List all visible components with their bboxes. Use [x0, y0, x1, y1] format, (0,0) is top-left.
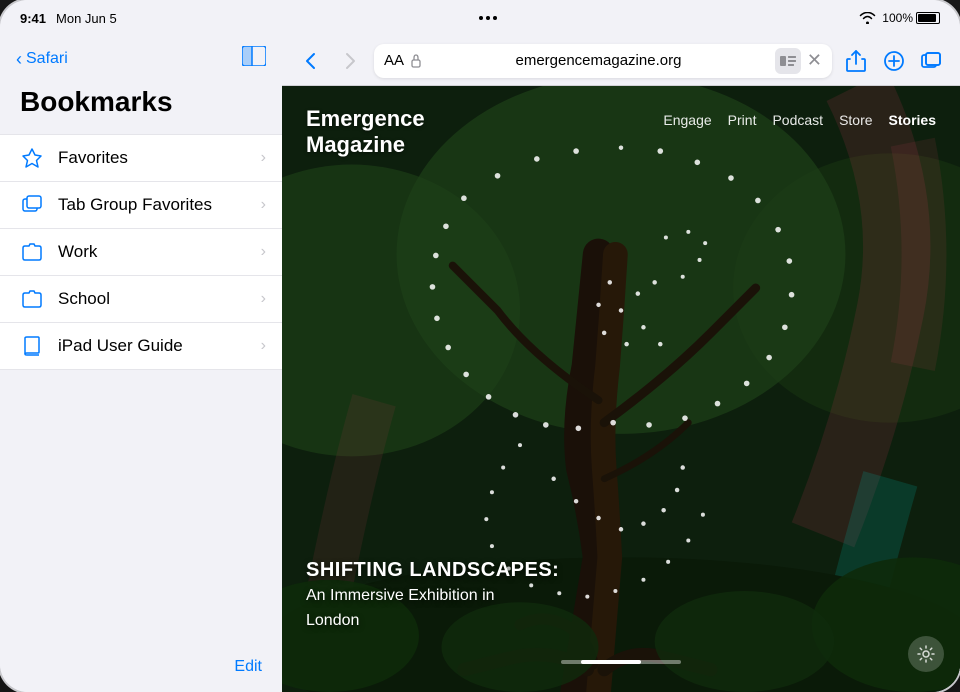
wifi-icon	[859, 12, 876, 24]
sidebar-nav: ‹ Safari	[0, 36, 282, 82]
bookmarks-title: Bookmarks	[0, 82, 282, 134]
scroll-thumb	[581, 660, 641, 664]
work-label: Work	[58, 242, 261, 262]
sidebar-toggle-icon	[242, 46, 266, 66]
bookmark-item-ipad-guide[interactable]: iPad User Guide ›	[0, 323, 282, 370]
forward-button[interactable]	[334, 45, 366, 77]
main-area: ‹ Safari Bookmarks	[0, 36, 960, 692]
nav-podcast[interactable]: Podcast	[772, 112, 823, 128]
nav-store[interactable]: Store	[839, 112, 872, 128]
favorites-label: Favorites	[58, 148, 261, 168]
magazine-header: Emergence Magazine Engage Print Podcast …	[282, 86, 960, 159]
nav-stories[interactable]: Stories	[889, 112, 936, 128]
back-to-safari[interactable]: ‹ Safari	[16, 49, 68, 70]
favorites-icon	[20, 146, 44, 170]
tab-group-chevron-icon: ›	[261, 196, 266, 214]
reader-view-button[interactable]	[775, 48, 801, 74]
school-chevron-icon: ›	[261, 290, 266, 308]
status-bar: 9:41 Mon Jun 5 100%	[0, 0, 960, 36]
browser-panel: AA emergencemagazine.org	[282, 36, 960, 692]
scroll-indicator	[561, 660, 681, 664]
magazine-nav: Engage Print Podcast Store Stories	[663, 112, 936, 128]
edit-button[interactable]: Edit	[234, 658, 262, 676]
stop-loading-button[interactable]: ✕	[807, 50, 822, 71]
magazine-title: Emergence Magazine	[306, 106, 425, 159]
book-icon	[20, 334, 44, 358]
back-label: Safari	[26, 50, 68, 68]
status-right: 100%	[859, 11, 940, 25]
reader-mode-aa[interactable]: AA	[384, 52, 404, 69]
article-subheadline-2: London	[306, 610, 559, 632]
share-button[interactable]	[840, 45, 872, 77]
bookmark-item-work[interactable]: Work ›	[0, 229, 282, 276]
nav-engage[interactable]: Engage	[663, 112, 711, 128]
dot1	[479, 16, 483, 20]
battery-fill	[918, 14, 936, 22]
status-dots	[479, 16, 497, 20]
back-button[interactable]	[294, 45, 326, 77]
article-headline: SHIFTING LANDSCAPES:	[306, 557, 559, 583]
toolbar-actions	[840, 45, 948, 77]
magazine-title-line1: Emergence	[306, 106, 425, 132]
work-chevron-icon: ›	[261, 243, 266, 261]
battery-icon	[916, 12, 940, 24]
work-folder-icon	[20, 240, 44, 264]
sidebar-footer: Edit	[0, 642, 282, 692]
browser-toolbar: AA emergencemagazine.org	[282, 36, 960, 86]
school-label: School	[58, 289, 261, 309]
status-date: Mon Jun 5	[56, 11, 117, 26]
bookmark-item-school[interactable]: School ›	[0, 276, 282, 323]
status-time: 9:41	[20, 11, 46, 26]
tab-group-icon	[20, 193, 44, 217]
url-display: emergencemagazine.org	[428, 52, 769, 69]
website-content: Emergence Magazine Engage Print Podcast …	[282, 86, 960, 692]
tab-group-label: Tab Group Favorites	[58, 195, 261, 215]
sidebar-toggle-button[interactable]	[242, 46, 266, 72]
address-bar[interactable]: AA emergencemagazine.org	[374, 44, 832, 78]
ipad-frame: 9:41 Mon Jun 5 100%	[0, 0, 960, 692]
settings-circle-button[interactable]	[908, 636, 944, 672]
sidebar: ‹ Safari Bookmarks	[0, 36, 282, 692]
favorites-chevron-icon: ›	[261, 149, 266, 167]
bookmark-list: Favorites › Tab Group Favorites ›	[0, 134, 282, 642]
new-tab-button[interactable]	[878, 45, 910, 77]
dot3	[493, 16, 497, 20]
battery-area: 100%	[882, 11, 940, 25]
school-folder-icon	[20, 287, 44, 311]
ipad-guide-chevron-icon: ›	[261, 337, 266, 355]
bookmark-item-tab-group[interactable]: Tab Group Favorites ›	[0, 182, 282, 229]
settings-icon	[917, 645, 935, 663]
back-chevron-icon: ‹	[16, 49, 22, 70]
nav-print[interactable]: Print	[728, 112, 757, 128]
article-subheadline-1: An Immersive Exhibition in	[306, 585, 559, 607]
ipad-guide-label: iPad User Guide	[58, 336, 261, 356]
tabs-button[interactable]	[916, 45, 948, 77]
magazine-footer: SHIFTING LANDSCAPES: An Immersive Exhibi…	[306, 557, 559, 632]
bookmark-item-favorites[interactable]: Favorites ›	[0, 134, 282, 182]
lock-icon	[410, 54, 422, 68]
dot2	[486, 16, 490, 20]
battery-percent: 100%	[882, 11, 913, 25]
magazine-title-line2: Magazine	[306, 132, 425, 158]
